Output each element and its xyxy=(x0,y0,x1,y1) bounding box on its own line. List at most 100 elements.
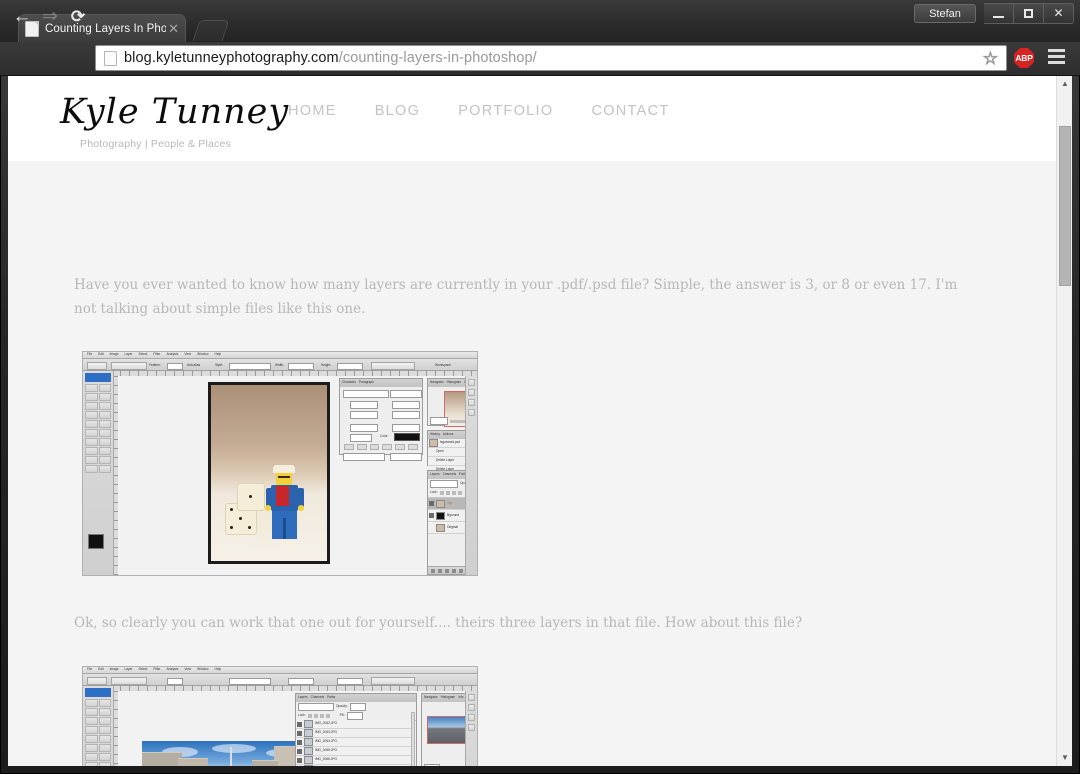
nav-link-home[interactable]: HOME xyxy=(288,103,337,119)
ps2-menu-file: File xyxy=(87,667,93,672)
ps2-layer-thumbnail xyxy=(304,738,313,746)
ps2-layer-row[interactable]: IMG_0042.JPG xyxy=(296,720,411,729)
ps2-layer-thumbnail xyxy=(304,747,313,755)
ps2-fill-field xyxy=(346,711,363,720)
page-scrollbar[interactable]: ▲ ▼ xyxy=(1056,76,1072,766)
nav-link-contact[interactable]: CONTACT xyxy=(591,103,669,119)
ps2-layer-name: IMG_0043.JPG xyxy=(315,730,337,735)
ps1-tab-channels[interactable]: Channels xyxy=(443,473,456,476)
maximize-button[interactable] xyxy=(1014,2,1044,24)
ps1-menu-edit: Edit xyxy=(98,352,104,357)
forward-arrow-icon[interactable]: ⇒ xyxy=(38,7,62,29)
ps1-layer-name: Bground xyxy=(447,512,460,517)
ps1-menu-file: File xyxy=(87,352,93,357)
ps1-tab-character[interactable]: Character xyxy=(342,381,356,384)
article-paragraph-1: Have you ever wanted to know how many la… xyxy=(74,277,958,317)
nav-link-blog[interactable]: BLOG xyxy=(375,103,421,119)
ps1-tab-navigator[interactable]: Navigator xyxy=(430,381,444,384)
tab-close-icon[interactable]: ✕ xyxy=(168,22,179,35)
ps1-layer-visibility-icon[interactable] xyxy=(429,513,434,518)
ps1-dock-masks-icon[interactable] xyxy=(468,409,475,416)
reload-icon[interactable]: ⟳ xyxy=(66,7,90,29)
ps2-layer-row[interactable]: IMG_0044.JPG xyxy=(296,738,411,747)
ps2-dock-color-icon[interactable] xyxy=(468,694,475,701)
close-button[interactable]: ✕ xyxy=(1044,2,1074,24)
ps2-tab-layers[interactable]: Layers xyxy=(298,696,308,699)
ps1-dock-adjustments-icon[interactable] xyxy=(468,399,475,406)
ps2-tab-channels[interactable]: Channels xyxy=(311,696,324,699)
ps2-dock-masks-icon[interactable] xyxy=(468,724,475,731)
ps2-dock-adjustments-icon[interactable] xyxy=(468,714,475,721)
ps1-layer-visibility-icon[interactable] xyxy=(429,525,434,530)
ps1-dock-color-icon[interactable] xyxy=(468,379,475,386)
ps1-tool-marquee-icon xyxy=(85,384,98,392)
ps2-layer-row[interactable]: IMG_0047.JPG xyxy=(296,765,411,766)
ps1-options-bar: Feather: Anti-alias Style: Width: Height… xyxy=(83,359,477,371)
ps2-layers-panel: Layers Channels Paths Opacity: Lock: Fil… xyxy=(295,693,417,766)
ps1-tool-eraser-icon xyxy=(85,429,98,437)
photoshop-screenshot-2: File Edit Image Layer Select Filter Anal… xyxy=(82,666,478,766)
scroll-down-arrow-icon[interactable]: ▼ xyxy=(1057,750,1073,766)
ps1-layer-style-icon[interactable] xyxy=(438,568,442,573)
ps2-layer-row[interactable]: IMG_0046.JPG xyxy=(296,756,411,765)
url-path: /counting-layers-in-photoshop/ xyxy=(338,50,537,66)
scrollbar-thumb[interactable] xyxy=(1059,126,1071,286)
ps2-tab-histogram[interactable]: Histogram xyxy=(441,696,456,699)
ps2-layers-scrollbar[interactable] xyxy=(411,712,415,766)
ps2-fill-label: Fill: xyxy=(339,712,345,717)
ps1-leading-field xyxy=(392,401,420,409)
ps2-tool-stamp-icon xyxy=(85,735,98,743)
ps2-layer-row[interactable]: IMG_0043.JPG xyxy=(296,729,411,738)
ps1-canvas xyxy=(118,376,477,575)
ps1-dock-swatches-icon[interactable] xyxy=(468,389,475,396)
ps2-menu-select: Select xyxy=(138,667,148,672)
page-info-icon[interactable] xyxy=(104,50,117,66)
ps2-layer-visibility-icon[interactable] xyxy=(297,739,302,745)
ps2-tab-info[interactable]: Info xyxy=(458,696,463,699)
ps1-toolbox-header xyxy=(85,373,111,382)
ps2-layer-visibility-icon[interactable] xyxy=(297,721,302,727)
bookmark-star-icon[interactable]: ☆ xyxy=(982,49,998,67)
ps1-tab-histogram[interactable]: Histogram xyxy=(447,381,462,384)
ps1-height-label: Height: xyxy=(321,363,332,367)
tab-title: Counting Layers In Photos xyxy=(45,22,167,35)
ps2-dock-swatches-icon[interactable] xyxy=(468,704,475,711)
ps2-tool-history-icon xyxy=(98,735,111,743)
ps1-new-group-icon[interactable] xyxy=(459,568,463,573)
ps2-tool-grid xyxy=(85,699,111,766)
nav-link-portfolio[interactable]: PORTFOLIO xyxy=(458,103,553,119)
ps1-tab-paragraph[interactable]: Paragraph xyxy=(359,381,374,384)
ps1-tab-layers[interactable]: Layers xyxy=(430,473,440,476)
ps1-type-style-buttons xyxy=(344,444,418,450)
adblock-plus-icon[interactable]: ABP xyxy=(1014,48,1034,68)
site-tagline: Photography | People & Places xyxy=(80,138,231,150)
ps2-layer-visibility-icon[interactable] xyxy=(297,757,302,763)
ps2-tab-navigator[interactable]: Navigator xyxy=(424,696,438,699)
ps2-tab-paths[interactable]: Paths xyxy=(327,696,335,699)
ps1-tab-actions[interactable]: Actions xyxy=(443,433,453,436)
back-arrow-icon[interactable]: ← xyxy=(10,7,34,29)
ps1-lock-label: Lock: xyxy=(430,489,438,494)
ps1-link-layers-icon[interactable] xyxy=(431,568,435,573)
ps1-layer-visibility-icon[interactable] xyxy=(429,501,434,506)
ps2-zoom-field xyxy=(424,764,440,766)
menu-hamburger-icon[interactable] xyxy=(1048,49,1065,65)
user-profile-button[interactable]: Stefan xyxy=(914,3,976,23)
site-header: Kyle Tunney Photography | People & Place… xyxy=(8,76,1072,161)
site-logo[interactable]: Kyle Tunney xyxy=(60,92,289,132)
ps2-style-field xyxy=(229,678,271,685)
ps1-tool-path-icon xyxy=(85,456,98,464)
ps1-layer-mask-icon[interactable] xyxy=(445,568,449,573)
minimize-button[interactable] xyxy=(984,2,1014,24)
ps2-layer-list[interactable]: IMG_0042.JPG IMG_0043.JPG IMG_0044.JPG IMG_… xyxy=(296,720,411,766)
address-bar[interactable]: blog.kyletunneyphotography.com/counting-… xyxy=(95,45,1007,71)
ps2-layer-visibility-icon[interactable] xyxy=(297,748,302,754)
ps2-tool-gradient-icon xyxy=(98,744,111,752)
site-navigation: HOME BLOG PORTFOLIO CONTACT xyxy=(288,103,670,119)
scroll-up-arrow-icon[interactable]: ▲ xyxy=(1057,76,1073,92)
ps2-layer-visibility-icon[interactable] xyxy=(297,730,302,736)
ps1-tab-history[interactable]: History xyxy=(430,433,440,436)
ps2-layer-row[interactable]: IMG_0045.JPG xyxy=(296,747,411,756)
new-tab-button[interactable] xyxy=(192,20,230,41)
ps1-adjustment-layer-icon[interactable] xyxy=(452,568,456,573)
